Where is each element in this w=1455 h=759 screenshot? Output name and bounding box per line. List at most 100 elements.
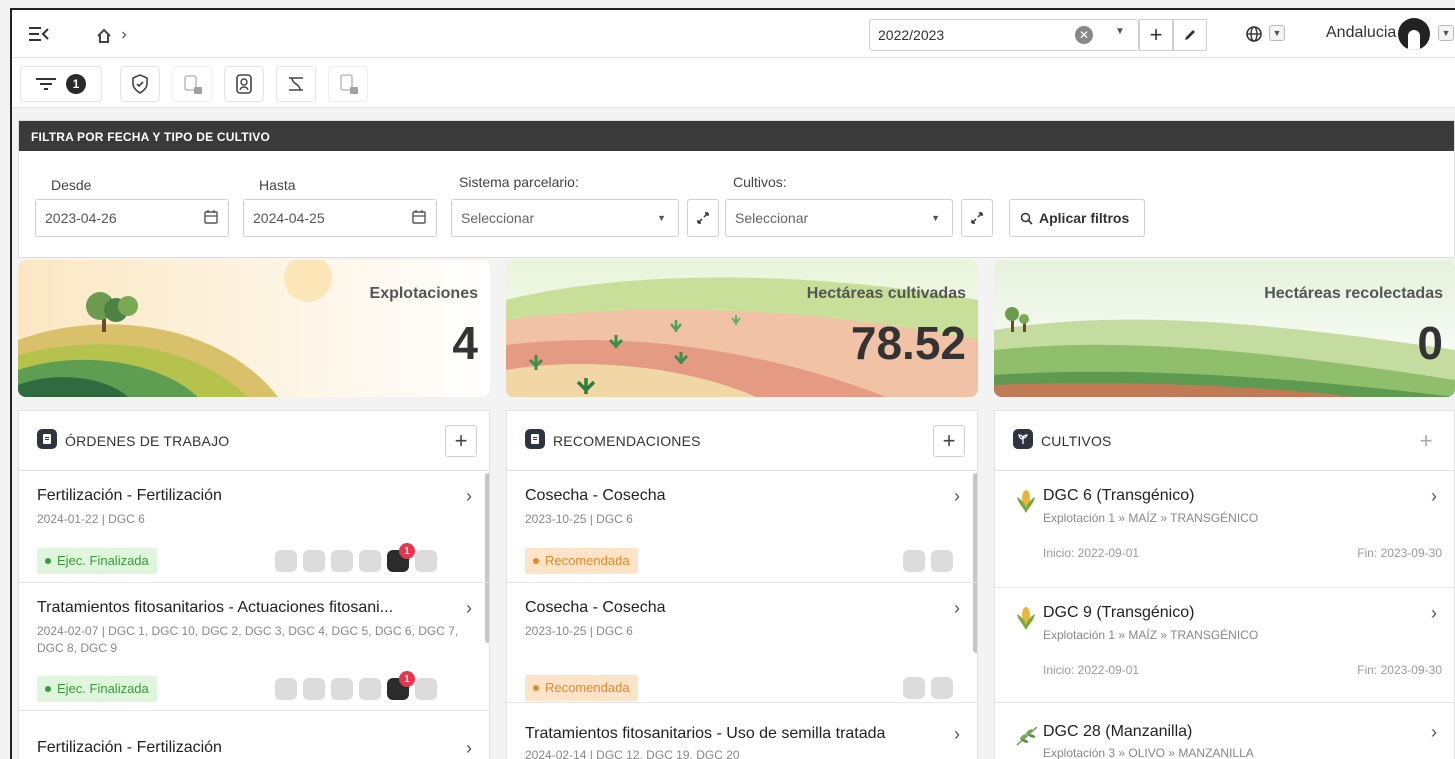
cultivos-expand-button[interactable] xyxy=(961,199,993,237)
campaign-select[interactable]: 2022/2023 ✕ ▼ xyxy=(869,19,1139,51)
home-icon[interactable] xyxy=(91,22,117,48)
status-text: Recomendada xyxy=(545,680,630,695)
filter-lines-icon xyxy=(36,78,56,90)
expand-icon xyxy=(697,212,709,224)
desde-label: Desde xyxy=(51,177,92,193)
tasks-shield-button[interactable] xyxy=(120,66,160,102)
chevron-right-icon[interactable]: › xyxy=(1431,722,1437,743)
list-item[interactable]: Cosecha - Cosecha › 2023-10-25 | DGC 6 R… xyxy=(507,471,977,583)
list-item[interactable]: DGC 9 (Transgénico) › Explotación 1 » MA… xyxy=(995,588,1454,703)
avatar[interactable] xyxy=(1398,18,1430,50)
add-orden-button[interactable]: + xyxy=(445,425,477,457)
campaign-value: 2022/2023 xyxy=(878,27,945,43)
menu-collapse-icon[interactable] xyxy=(28,23,50,45)
list-item[interactable]: DGC 28 (Manzanilla) › Explotación 3 » OL… xyxy=(995,703,1454,759)
tractor-icon[interactable] xyxy=(331,678,353,700)
chevron-right-icon[interactable]: › xyxy=(954,486,960,507)
status-badge: Ejec. Finalizada xyxy=(37,676,157,702)
status-badge: Recomendada xyxy=(525,548,638,574)
map-route-button[interactable] xyxy=(276,66,316,102)
edit-campaign-button[interactable] xyxy=(1173,19,1207,51)
chevron-right-icon[interactable]: › xyxy=(1431,486,1437,507)
cultivos-select[interactable]: Seleccionar ▼ xyxy=(725,199,953,237)
printer-locked-icon xyxy=(184,75,202,94)
route-icon xyxy=(289,77,303,91)
item-title: Tratamientos fitosanitarios - Uso de sem… xyxy=(525,725,886,742)
filter-panel-title: FILTRA POR FECHA Y TIPO DE CULTIVO xyxy=(19,121,1454,151)
add-campaign-button[interactable]: + xyxy=(1139,19,1173,51)
stat-value: 4 xyxy=(452,317,478,369)
tools-icon[interactable] xyxy=(359,550,381,572)
stat-label: Hectáreas cultivadas xyxy=(806,285,966,302)
list-item[interactable]: DGC 6 (Transgénico) › Explotación 1 » MA… xyxy=(995,471,1454,588)
globe-icon[interactable] xyxy=(1244,24,1264,44)
hasta-date-input[interactable]: 2024-04-25 xyxy=(243,199,437,237)
user-menu-dropdown-icon[interactable]: ▼ xyxy=(1438,25,1454,41)
desde-date-input[interactable]: 2023-04-26 xyxy=(35,199,229,237)
main-frame: › 2022/2023 ✕ ▼ + ▼ Andalucia ▼ 1 FILTRA… xyxy=(10,8,1455,759)
list-item[interactable]: Fertilización - Fertilización › 2024-01-… xyxy=(19,471,489,583)
chevron-right-icon[interactable]: › xyxy=(466,486,472,507)
chevron-right-icon[interactable]: › xyxy=(954,724,960,745)
item-title: Fertilización - Fertilización xyxy=(37,487,222,504)
list-item[interactable]: Tratamientos fitosanitarios - Actuacione… xyxy=(19,583,489,711)
notification-badge: 1 xyxy=(399,671,415,687)
item-sub: 2023-10-25 | DGC 6 xyxy=(525,624,633,638)
cultivos-label: Cultivos: xyxy=(733,174,787,190)
sistema-label: Sistema parcelario: xyxy=(459,174,579,190)
status-dot-icon xyxy=(45,685,51,692)
status-dot-icon xyxy=(533,557,539,564)
apply-filters-button[interactable]: Aplicar filtros xyxy=(1009,199,1145,237)
locked-module-button-1[interactable] xyxy=(172,66,212,102)
calendar-icon[interactable] xyxy=(204,210,218,224)
apply-filters-label: Aplicar filtros xyxy=(1039,210,1130,226)
shield-check-icon xyxy=(132,74,148,94)
locked-module-button-2[interactable] xyxy=(328,66,368,102)
stat-card-explotaciones: Explotaciones 4 xyxy=(18,260,490,397)
filter-toggle-button[interactable]: 1 xyxy=(20,66,102,102)
document-locked-icon xyxy=(340,74,358,94)
item-title: Fertilización - Fertilización xyxy=(37,739,222,756)
language-dropdown-icon[interactable]: ▼ xyxy=(1269,25,1285,41)
corn-icon xyxy=(1017,607,1035,630)
clipboard-check-icon[interactable] xyxy=(415,550,437,572)
tool-bar: 1 xyxy=(12,58,1455,108)
clipboard-check-icon[interactable] xyxy=(415,678,437,700)
chevron-right-icon[interactable]: › xyxy=(466,598,472,619)
list-item[interactable]: Cosecha - Cosecha › 2023-10-25 | DGC 6 R… xyxy=(507,583,977,703)
status-badge: Recomendada xyxy=(525,675,638,701)
plus-icon: + xyxy=(942,428,956,453)
hasta-label: Hasta xyxy=(259,177,296,193)
chevron-right-icon[interactable]: › xyxy=(466,738,472,759)
clipboard-icon xyxy=(37,429,57,449)
plot-icon[interactable] xyxy=(275,678,297,700)
status-dot-icon xyxy=(45,557,51,564)
workers-icon[interactable] xyxy=(303,678,325,700)
tractor-icon[interactable] xyxy=(331,550,353,572)
add-recomendacion-button[interactable]: + xyxy=(933,425,965,457)
sistema-expand-button[interactable] xyxy=(687,199,719,237)
list-item[interactable]: Tratamientos fitosanitarios - Uso de sem… xyxy=(507,703,977,759)
top-bar: › 2022/2023 ✕ ▼ + ▼ Andalucia ▼ xyxy=(12,10,1455,58)
plot-icon[interactable] xyxy=(275,550,297,572)
stat-label: Explotaciones xyxy=(369,285,478,302)
clipboard-check-icon[interactable] xyxy=(931,677,953,699)
breadcrumb-chevron-icon: › xyxy=(121,26,127,43)
dropdown-caret-icon[interactable]: ▼ xyxy=(1115,26,1125,37)
chevron-right-icon[interactable]: › xyxy=(954,598,960,619)
chevron-right-icon[interactable]: › xyxy=(1431,603,1437,624)
workers-icon[interactable] xyxy=(303,550,325,572)
document-icon[interactable] xyxy=(903,550,925,572)
add-cultivo-button[interactable]: + xyxy=(1410,425,1442,457)
document-icon[interactable] xyxy=(903,677,925,699)
cultivos-title: CULTIVOS xyxy=(1041,433,1112,449)
person-badge-button[interactable] xyxy=(224,66,264,102)
list-item[interactable]: Fertilización - Fertilización › xyxy=(19,711,489,759)
item-title: Tratamientos fitosanitarios - Actuacione… xyxy=(37,599,394,616)
dropdown-caret-icon: ▼ xyxy=(931,213,940,223)
calendar-icon[interactable] xyxy=(412,210,426,224)
sistema-select[interactable]: Seleccionar ▼ xyxy=(451,199,679,237)
tools-icon[interactable] xyxy=(359,678,381,700)
clear-icon[interactable]: ✕ xyxy=(1075,26,1093,44)
clipboard-check-icon[interactable] xyxy=(931,550,953,572)
